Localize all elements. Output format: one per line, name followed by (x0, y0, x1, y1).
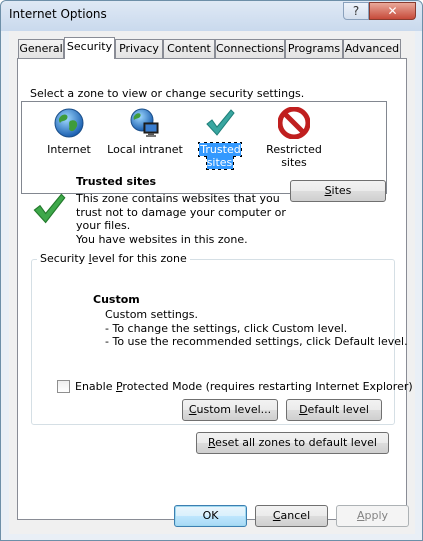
zone-restricted-label-line2: sites (281, 156, 307, 169)
custom-level-button[interactable]: Custom level... (182, 399, 278, 421)
help-button[interactable]: ? (343, 2, 369, 20)
close-button[interactable]: ✕ (369, 2, 416, 20)
zone-trusted-sites[interactable]: Trusted sites (185, 107, 255, 170)
select-zone-label: Select a zone to view or change security… (30, 87, 305, 100)
zone-description-line: You have websites in this zone. (76, 232, 248, 246)
intranet-icon (129, 107, 161, 139)
zone-local-intranet-label: Local intranet (107, 143, 183, 156)
zone-trusted-sites-label: Trusted sites (198, 142, 242, 170)
protected-mode-label[interactable]: Enable Protected Mode (requires restarti… (75, 380, 413, 393)
tab-general[interactable]: General (18, 39, 64, 58)
protected-mode-checkbox[interactable] (57, 380, 70, 393)
restricted-icon (277, 106, 311, 140)
security-level-name: Custom (93, 293, 140, 306)
ok-button[interactable]: OK (174, 505, 247, 527)
apply-button[interactable]: Apply (336, 505, 409, 527)
globe-icon (53, 107, 85, 139)
zone-restricted-label-line1: Restricted (266, 143, 322, 156)
zone-title: Trusted sites (76, 175, 157, 188)
security-level-line: - To change the settings, click Custom l… (105, 321, 348, 335)
window-title: Internet Options (9, 7, 107, 21)
sites-button[interactable]: Sites (290, 180, 386, 202)
tab-advanced[interactable]: Advanced (343, 39, 401, 58)
tab-connections[interactable]: Connections (215, 39, 285, 58)
zone-description-line: your files. (76, 219, 131, 232)
zone-description-line: This zone contains websites that you (76, 192, 280, 205)
zone-description-line: trust not to damage your computer or (76, 205, 286, 219)
reset-all-zones-button[interactable]: Reset all zones to default level (196, 432, 389, 454)
tab-content[interactable]: Content (163, 39, 215, 58)
trusted-sites-check-icon (31, 191, 67, 227)
tab-programs[interactable]: Programs (285, 39, 343, 58)
internet-options-window: Internet Options ? ✕ General Security Pr… (0, 0, 423, 541)
security-level-line: - To use the recommended settings, click… (105, 335, 408, 348)
zone-local-intranet[interactable]: Local intranet (107, 107, 183, 156)
checkmark-icon (204, 107, 236, 139)
security-level-title: Security level for this zone (37, 252, 190, 265)
cancel-button[interactable]: Cancel (255, 505, 328, 527)
title-bar[interactable]: Internet Options ? ✕ (1, 1, 422, 31)
zone-description: This zone contains websites that you tru… (76, 192, 286, 246)
zone-restricted-sites[interactable]: Restricted sites (263, 106, 325, 169)
security-level-line: Custom settings. (105, 308, 199, 321)
zone-internet[interactable]: Internet (41, 107, 97, 156)
default-level-button[interactable]: Default level (286, 399, 382, 421)
zone-internet-label: Internet (47, 143, 91, 156)
tab-security[interactable]: Security (64, 37, 115, 59)
security-level-description: Custom settings. - To change the setting… (105, 308, 408, 349)
tab-privacy[interactable]: Privacy (115, 39, 163, 58)
